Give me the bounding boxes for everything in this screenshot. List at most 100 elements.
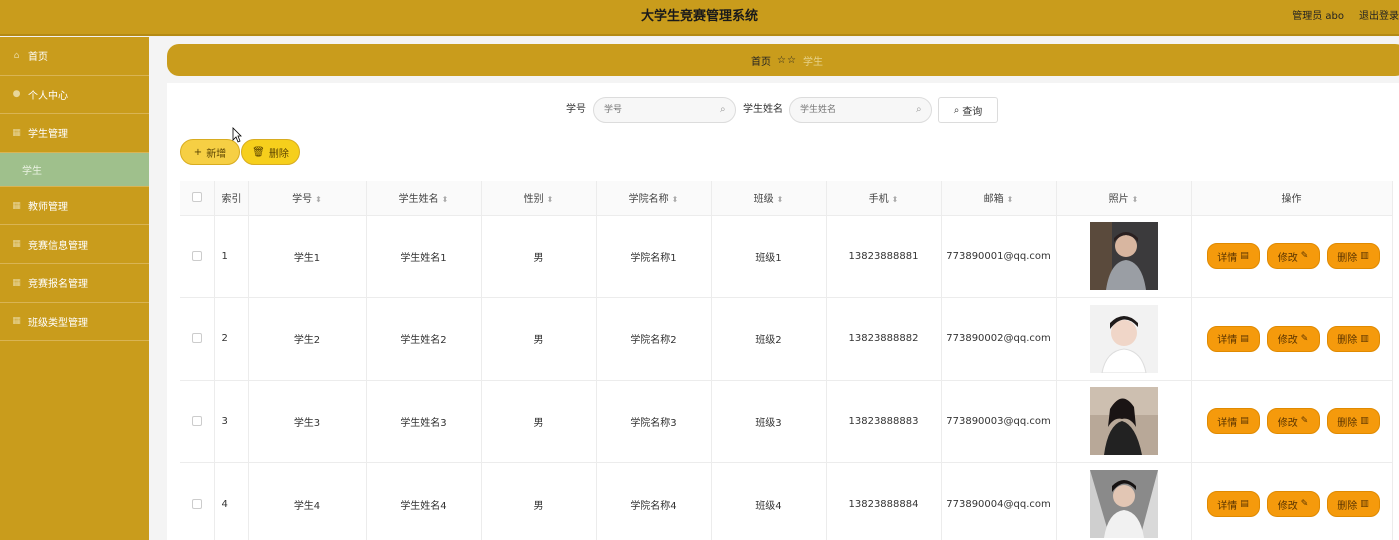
plus-icon: + [193,146,203,158]
cell-phone: 13823888883 [826,380,942,464]
sidebar-subitem-student[interactable]: 学生 [0,152,149,187]
cell-college: 学院名称2 [596,297,712,381]
breadcrumb-home[interactable]: 首页 [751,53,771,68]
col-phone[interactable]: 手机 ⬍ [826,181,942,216]
edit-button[interactable]: 修改 ✎ [1266,243,1320,270]
document-icon: ▤ [1240,499,1249,510]
student-name-input[interactable] [789,97,932,123]
row-checkbox[interactable] [180,215,215,299]
cell-student-name: 学生姓名3 [366,380,482,464]
edit-button[interactable]: 修改 ✎ [1266,325,1320,352]
delete-button[interactable]: 删除 ▥ [1326,491,1380,518]
detail-button[interactable]: 详情 ▤ [1206,491,1260,518]
pencil-icon: ✎ [1300,333,1309,344]
student-photo[interactable] [1089,222,1158,291]
sort-icon: ⬍ [891,195,899,205]
sidebar-item-home[interactable]: ⌂ 首页 [0,37,149,76]
col-class[interactable]: 班级 ⬍ [711,181,827,216]
document-icon: ▤ [1240,251,1249,262]
student-photo[interactable] [1089,304,1158,373]
cell-student-name: 学生姓名2 [366,297,482,381]
table-header-row: 索引 学号 ⬍ 学生姓名 ⬍ 性别 ⬍ 学院名称 ⬍ 班级 ⬍ 手机 ⬍ 邮箱 ⬍ 照片 ⬍ 操… [180,181,1393,216]
cell-class: 班级2 [711,297,827,381]
col-photo[interactable]: 照片 ⬍ [1056,181,1192,216]
sort-icon: ⬍ [546,195,554,205]
row-checkbox[interactable] [180,462,215,540]
trash-icon: ▥ [1360,251,1369,262]
query-button[interactable]: ⌕ 查询 [938,97,998,123]
sidebar: ⌂ 首页 ● 个人中心 ▦ 学生管理 学生 ▦ 教师管理 ▦ 竞赛信息管理 ▦ 竞赛报名管理… [0,37,149,540]
top-bar: 大学生竞赛管理系统 管理员 abo 退出登录 [0,0,1399,36]
batch-delete-button[interactable]: 🗑 删除 [241,139,300,165]
cell-index: 4 [214,462,249,540]
sidebar-item-class-type[interactable]: ▦ 班级类型管理 [0,303,149,342]
cell-gender: 男 [481,297,597,381]
detail-button[interactable]: 详情 ▤ [1206,408,1260,435]
cell-class: 班级1 [711,215,827,299]
delete-button[interactable]: 删除 ▥ [1326,408,1380,435]
cell-actions: 详情 ▤ 修改 ✎ 删除 ▥ [1191,297,1393,381]
sidebar-item-contest-info[interactable]: ▦ 竞赛信息管理 [0,225,149,264]
cell-student-id: 学生1 [248,215,367,299]
col-student-id[interactable]: 学号 ⬍ [248,181,367,216]
grid-icon: ▦ [12,277,21,288]
col-actions: 操作 [1191,181,1393,216]
delete-button[interactable]: 删除 ▥ [1326,325,1380,352]
row-checkbox[interactable] [180,297,215,381]
delete-button[interactable]: 删除 ▥ [1326,243,1380,270]
student-photo[interactable] [1089,470,1158,539]
cell-email: 773890001@qq.com [941,215,1057,299]
trash-icon: ▥ [1360,416,1369,427]
sort-icon: ⬍ [315,195,322,205]
content-panel: 学号 ⌕ 学生姓名 ⌕ ⌕查询 +新增 🗑删除 [167,83,1399,540]
grid-icon: ▦ [12,316,21,327]
document-icon: ▤ [1240,333,1249,344]
cell-college: 学院名称1 [596,215,712,299]
add-button[interactable]: + 新增 [180,139,240,165]
sidebar-item-contest-signup[interactable]: ▦ 竞赛报名管理 [0,264,149,303]
detail-button[interactable]: 详情 ▤ [1206,325,1260,352]
grid-icon: ▦ [12,239,21,250]
cell-index: 1 [214,215,249,299]
logout-link[interactable]: 退出登录 [1359,0,1399,34]
cell-photo [1056,462,1192,540]
mouse-cursor-icon [232,127,242,143]
cell-photo [1056,297,1192,381]
cell-gender: 男 [481,380,597,464]
table-row: 4 学生4 学生姓名4 男 学院名称4 班级4 13823888884 7738… [180,462,1393,540]
table-row: 3 学生3 学生姓名3 男 学院名称3 班级3 13823888883 7738… [180,380,1393,464]
search-icon: ⌕ [953,104,960,116]
col-email[interactable]: 邮箱 ⬍ [941,181,1057,216]
cell-gender: 男 [481,462,597,540]
breadcrumb: 首页 ☆☆ 学生 [167,44,1399,76]
sort-icon: ⬍ [441,195,449,205]
sidebar-item-profile[interactable]: ● 个人中心 [0,76,149,115]
student-id-input[interactable] [593,97,736,123]
cell-student-id: 学生4 [248,462,367,540]
col-student-name[interactable]: 学生姓名 ⬍ [366,181,482,216]
pencil-icon: ✎ [1300,251,1309,262]
row-checkbox[interactable] [180,380,215,464]
select-all-checkbox[interactable] [180,181,215,216]
cell-student-name: 学生姓名4 [366,462,482,540]
detail-button[interactable]: 详情 ▤ [1206,243,1260,270]
edit-button[interactable]: 修改 ✎ [1266,491,1320,518]
trash-icon: ▥ [1360,333,1369,344]
col-gender[interactable]: 性别 ⬍ [481,181,597,216]
cell-email: 773890002@qq.com [941,297,1057,381]
app-title: 大学生竞赛管理系统 [640,9,758,24]
sidebar-item-student-mgmt[interactable]: ▦ 学生管理 [0,114,149,153]
home-icon: ⌂ [13,50,20,61]
trash-icon: ▥ [1360,499,1369,510]
student-photo[interactable] [1089,387,1158,456]
sort-icon: ⬍ [776,195,784,205]
sidebar-item-teacher-mgmt[interactable]: ▦ 教师管理 [0,187,149,226]
cell-student-id: 学生2 [248,297,367,381]
search-icon: ⌕ [916,104,922,115]
cell-photo [1056,215,1192,299]
cell-email: 773890004@qq.com [941,462,1057,540]
col-college[interactable]: 学院名称 ⬍ [596,181,712,216]
edit-button[interactable]: 修改 ✎ [1266,408,1320,435]
trash-icon: 🗑 [252,146,265,158]
cell-index: 3 [214,380,249,464]
